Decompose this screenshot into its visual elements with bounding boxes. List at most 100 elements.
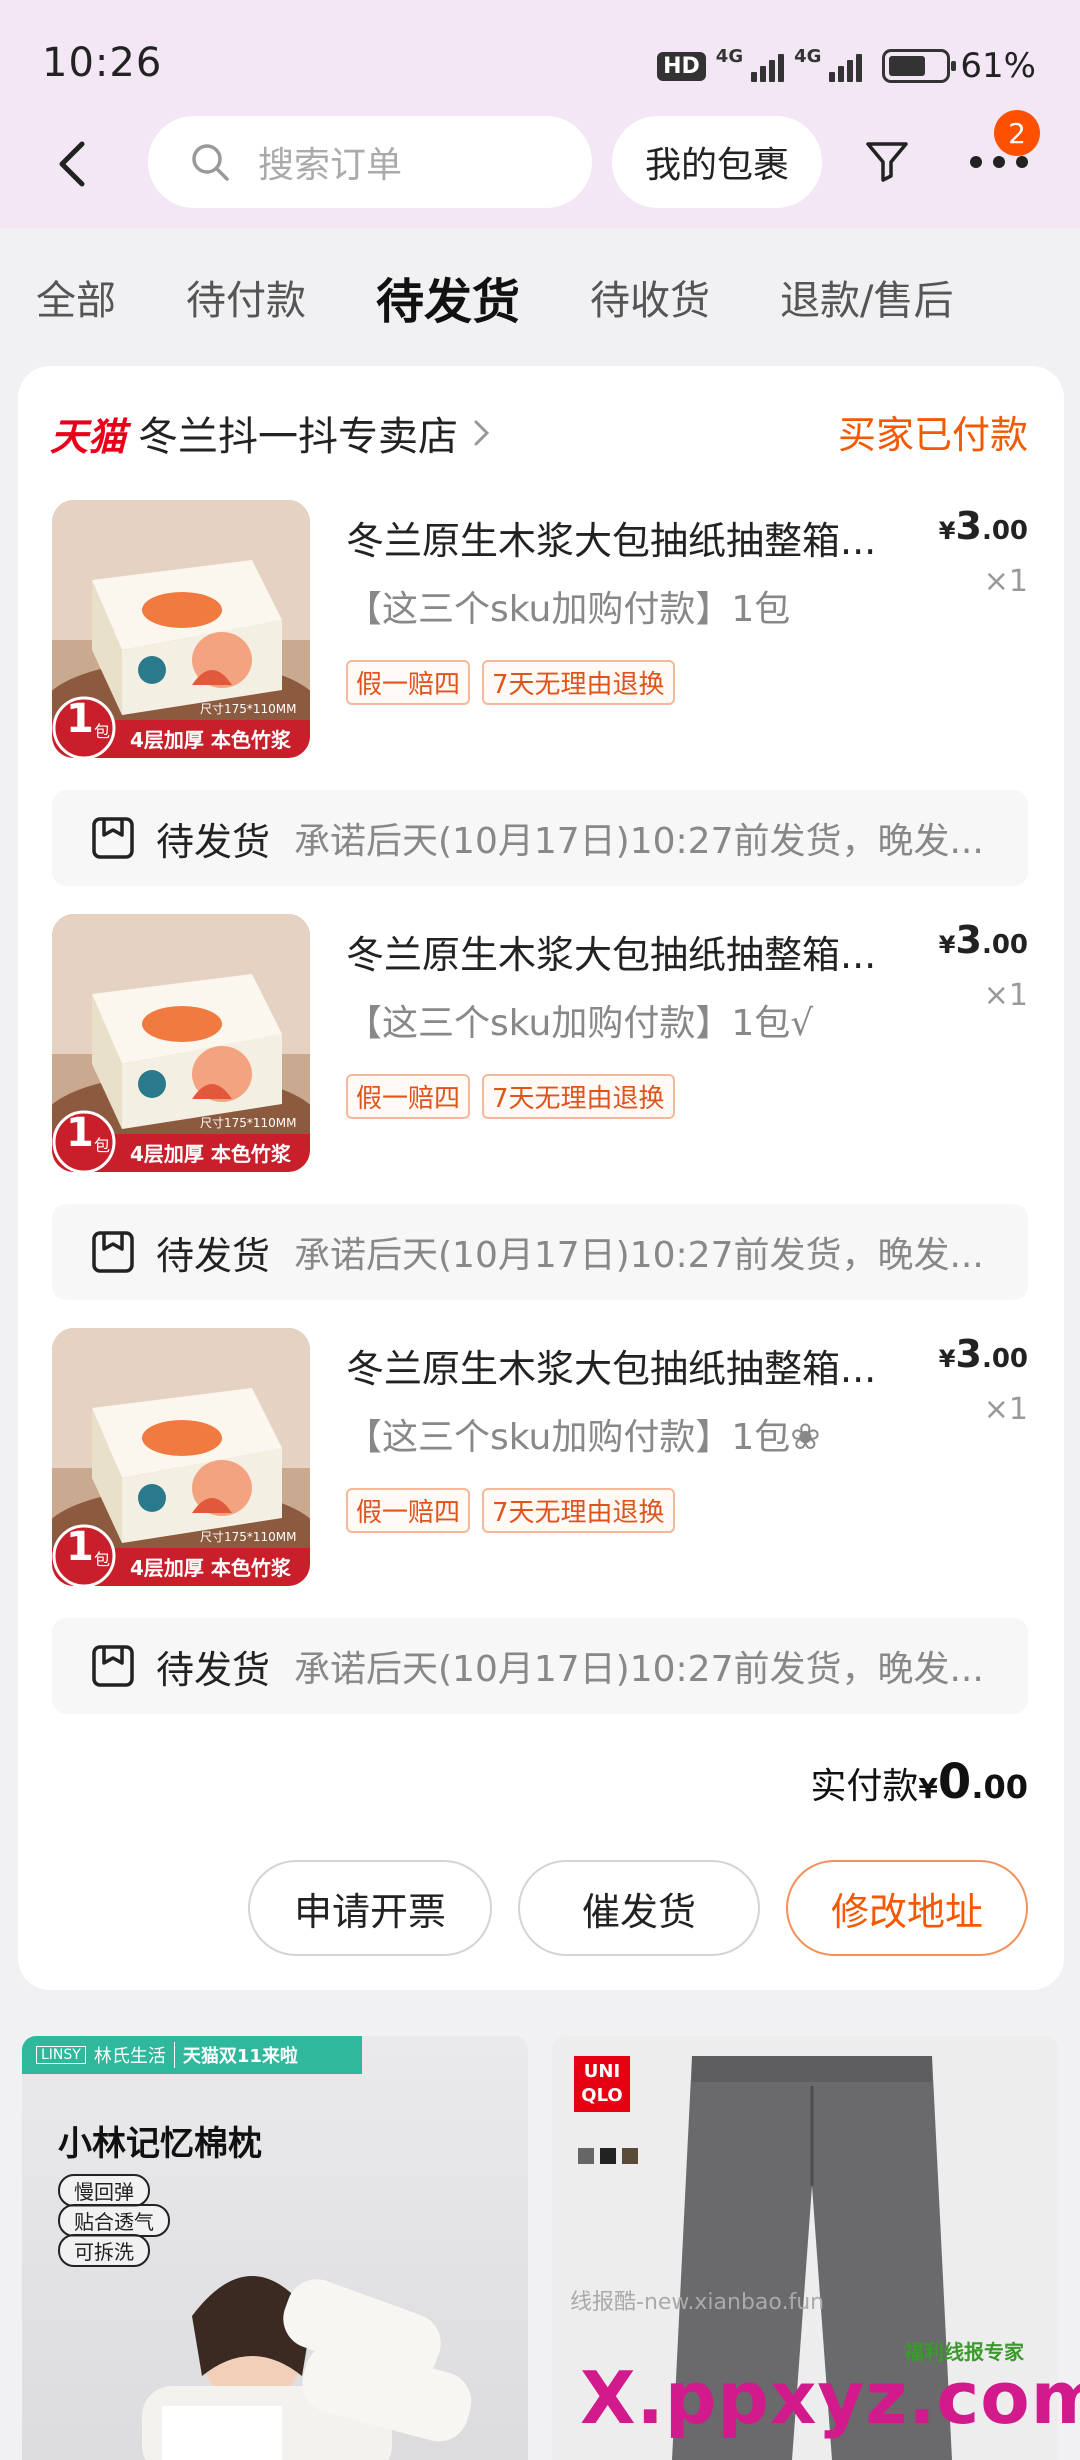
- package-box-icon: [92, 1231, 134, 1273]
- thumb-unit: 包: [94, 1550, 111, 1569]
- search-icon: [192, 144, 229, 181]
- total-label: 实付款: [810, 1766, 919, 1807]
- service-tag: 假一赔四: [346, 660, 471, 705]
- brand-logo: LINSY: [36, 2046, 86, 2064]
- product-quantity: ×1: [983, 978, 1028, 1013]
- product-price: ¥3.00: [938, 504, 1028, 548]
- brand-name: 林氏生活: [93, 2046, 166, 2067]
- network-label: 4G: [715, 46, 744, 67]
- product-image: [142, 2276, 472, 2460]
- signal-icon: [829, 50, 863, 82]
- status-time: 10:26: [42, 40, 163, 86]
- product-quantity: ×1: [983, 1392, 1028, 1427]
- shipping-promise: 承诺后天(10月17日)10:27前发货，晚发...: [294, 1235, 984, 1276]
- network-label: 4G: [794, 46, 822, 67]
- thumb-caption: 4层加厚 本色竹浆: [130, 1142, 291, 1166]
- promo-ribbon: LINSY 林氏生活 天猫双11来啦: [22, 2036, 362, 2074]
- order-card: 天猫 冬兰抖一抖专卖店 买家已付款 1 包 4层加厚 本色竹浆 尺寸175*11…: [18, 366, 1064, 1990]
- shipping-promise: 承诺后天(10月17日)10:27前发货，晚发...: [294, 1649, 984, 1690]
- service-tags: 假一赔四 7天无理由退换: [346, 660, 675, 705]
- search-row: 搜索订单 我的包裹 2: [0, 110, 1080, 216]
- thumb-caption: 4层加厚 本色竹浆: [130, 728, 291, 752]
- filter-icon[interactable]: [864, 138, 910, 184]
- order-item[interactable]: 1 包 4层加厚 本色竹浆 尺寸175*110MM 冬兰原生木浆大包抽纸抽整箱.…: [18, 1328, 1064, 1608]
- service-tag: 7天无理由退换: [482, 1488, 675, 1533]
- header-area: 10:26 HD 4G 4G 61% 搜索订单 我的包裹 2: [0, 0, 1080, 228]
- thumb-badge: 1: [66, 1524, 94, 1570]
- shipping-info[interactable]: 待发货 承诺后天(10月17日)10:27前发货，晚发...: [52, 790, 1028, 886]
- service-tag: 假一赔四: [346, 1074, 471, 1119]
- package-box-icon: [92, 1645, 134, 1687]
- color-swatches: [578, 2148, 638, 2164]
- feature-tag: 慢回弹: [58, 2174, 150, 2207]
- total-paid: 实付款 ¥0.00: [810, 1754, 1028, 1810]
- thumb-unit: 包: [94, 1136, 111, 1155]
- shipping-info[interactable]: 待发货 承诺后天(10月17日)10:27前发货，晚发...: [52, 1204, 1028, 1300]
- thumb-caption: 4层加厚 本色竹浆: [130, 1556, 291, 1580]
- product-sku: 【这三个sku加购付款】1包√: [346, 1003, 814, 1044]
- service-tags: 假一赔四 7天无理由退换: [346, 1488, 675, 1533]
- product-quantity: ×1: [983, 564, 1028, 599]
- shipping-status: 待发货: [156, 819, 271, 864]
- tab-pending-shipment[interactable]: 待发货: [376, 262, 520, 332]
- product-title[interactable]: 冬兰原生木浆大包抽纸抽整箱...: [346, 1338, 946, 1393]
- promo-text: 天猫双11来啦: [173, 2042, 298, 2068]
- tab-pending-receipt[interactable]: 待收货: [590, 268, 710, 326]
- search-input[interactable]: 搜索订单: [148, 116, 592, 208]
- shipping-status: 待发货: [156, 1233, 271, 1278]
- chevron-right-icon: [474, 420, 490, 446]
- order-tabs: 全部 待付款 待发货 待收货 退款/售后: [0, 228, 1080, 366]
- product-price: ¥3.00: [938, 1332, 1028, 1376]
- product-thumbnail[interactable]: 1 包 4层加厚 本色竹浆 尺寸175*110MM: [52, 914, 310, 1172]
- order-item[interactable]: 1 包 4层加厚 本色竹浆 尺寸175*110MM 冬兰原生木浆大包抽纸抽整箱.…: [18, 914, 1064, 1194]
- tab-pending-payment[interactable]: 待付款: [186, 268, 306, 326]
- service-tag: 7天无理由退换: [482, 1074, 675, 1119]
- brand-logo: UNI QLO: [574, 2056, 630, 2112]
- request-invoice-button[interactable]: 申请开票: [248, 1860, 492, 1956]
- battery-icon: [882, 49, 957, 83]
- hd-icon: HD: [657, 51, 706, 81]
- shipping-status: 待发货: [156, 1647, 271, 1692]
- shipping-info[interactable]: 待发货 承诺后天(10月17日)10:27前发货，晚发...: [52, 1618, 1028, 1714]
- shop-header[interactable]: 天猫 冬兰抖一抖专卖店: [50, 404, 492, 462]
- service-tag: 7天无理由退换: [482, 660, 675, 705]
- order-status: 买家已付款: [837, 413, 1028, 457]
- product-sku: 【这三个sku加购付款】1包: [346, 589, 791, 630]
- service-tags: 假一赔四 7天无理由退换: [346, 1074, 675, 1119]
- order-item[interactable]: 1 包 4层加厚 本色竹浆 尺寸175*110MM 冬兰原生木浆大包抽纸抽整箱.…: [18, 500, 1064, 780]
- my-packages-button[interactable]: 我的包裹: [612, 116, 822, 208]
- watermark-logo: X.ppxyz.com: [580, 2356, 1080, 2440]
- product-title[interactable]: 冬兰原生木浆大包抽纸抽整箱...: [346, 924, 946, 979]
- product-price: ¥3.00: [938, 918, 1028, 962]
- service-tag: 假一赔四: [346, 1488, 471, 1533]
- urge-shipment-button[interactable]: 催发货: [518, 1860, 760, 1956]
- status-icons: HD 4G 4G 61%: [657, 46, 1036, 86]
- back-icon[interactable]: [52, 140, 92, 188]
- change-address-button[interactable]: 修改地址: [786, 1860, 1028, 1956]
- tab-refund[interactable]: 退款/售后: [780, 268, 953, 326]
- shipping-promise: 承诺后天(10月17日)10:27前发货，晚发...: [294, 821, 984, 862]
- more-icon[interactable]: [968, 154, 1030, 170]
- notification-badge: 2: [994, 110, 1040, 156]
- recommendation-card[interactable]: LINSY 林氏生活 天猫双11来啦 小林记忆棉枕 慢回弹 贴合透气 可拆洗: [22, 2036, 528, 2460]
- search-placeholder: 搜索订单: [258, 145, 403, 186]
- product-title: 小林记忆棉枕: [58, 2124, 262, 2164]
- product-sku: 【这三个sku加购付款】1包❀: [346, 1417, 821, 1458]
- thumb-unit: 包: [94, 722, 111, 741]
- thumb-size: 尺寸175*110MM: [200, 1116, 297, 1130]
- thumb-badge: 1: [66, 696, 94, 742]
- product-title[interactable]: 冬兰原生木浆大包抽纸抽整箱...: [346, 510, 946, 565]
- signal-icon: [751, 50, 785, 82]
- status-bar: 10:26 HD 4G 4G 61%: [0, 0, 1080, 120]
- thumb-badge: 1: [66, 1110, 94, 1156]
- feature-tag: 贴合透气: [58, 2204, 170, 2237]
- tmall-logo: 天猫: [50, 414, 127, 459]
- battery-percent: 61%: [960, 46, 1036, 86]
- product-thumbnail[interactable]: 1 包 4层加厚 本色竹浆 尺寸175*110MM: [52, 1328, 310, 1586]
- shop-name: 冬兰抖一抖专卖店: [138, 414, 459, 460]
- tab-all[interactable]: 全部: [36, 268, 116, 326]
- package-box-icon: [92, 817, 134, 859]
- thumb-size: 尺寸175*110MM: [200, 1530, 297, 1544]
- product-thumbnail[interactable]: 1 包 4层加厚 本色竹浆 尺寸175*110MM: [52, 500, 310, 758]
- watermark-text: 线报酷-new.xianbao.fun: [570, 2290, 825, 2315]
